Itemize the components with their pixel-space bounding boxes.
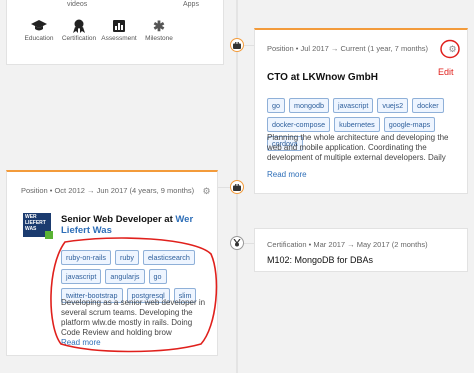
skill-tag[interactable]: go bbox=[267, 98, 285, 113]
position-title: CTO at LKWnow GmbH bbox=[267, 72, 378, 83]
position-meta: Position • Jul 2017 → Current (1 year, 7… bbox=[267, 44, 429, 53]
briefcase-icon bbox=[233, 183, 241, 191]
nav-assessment[interactable]: Assessment bbox=[99, 17, 139, 42]
position-meta: Position • Oct 2012 → Jun 2017 (4 years,… bbox=[21, 186, 195, 195]
apps-label: Apps bbox=[183, 1, 199, 8]
nav-milestone-label: Milestone bbox=[145, 35, 173, 42]
position-role: Senior Web Developer at bbox=[61, 214, 176, 225]
nav-milestone[interactable]: ✱ Milestone bbox=[139, 17, 179, 43]
profile-nav-card: videos Apps Education Certification Asse… bbox=[6, 0, 224, 65]
milestone-icon: ✱ bbox=[153, 17, 165, 34]
position-card-senior-dev: Position • Oct 2012 → Jun 2017 (4 years,… bbox=[6, 170, 218, 356]
position-title: Senior Web Developer at Wer Liefert Was bbox=[61, 214, 211, 236]
edit-annotation-circle bbox=[440, 39, 460, 59]
read-more-link[interactable]: Read more bbox=[267, 170, 307, 179]
nav-certification[interactable]: Certification bbox=[59, 17, 99, 42]
nav-education[interactable]: Education bbox=[19, 17, 59, 42]
timeline-node-certification bbox=[230, 236, 244, 250]
gear-icon[interactable]: ⚙ bbox=[202, 187, 211, 196]
company-logo: WER LIEFERT WAS bbox=[23, 213, 53, 239]
edit-annotation: Edit bbox=[438, 67, 454, 77]
videos-label: videos bbox=[67, 1, 88, 8]
nav-assessment-label: Assessment bbox=[101, 35, 137, 42]
skill-tag[interactable]: vuejs2 bbox=[377, 98, 409, 113]
timeline-node-position bbox=[230, 38, 244, 52]
connector-right-1 bbox=[244, 45, 254, 46]
skill-tag[interactable]: docker bbox=[412, 98, 444, 113]
connector-right-2 bbox=[244, 243, 254, 244]
nav-certification-label: Certification bbox=[61, 35, 97, 42]
skill-tag[interactable]: google-maps bbox=[383, 117, 436, 132]
skill-tag[interactable]: mongodb bbox=[289, 98, 329, 113]
skill-tag[interactable]: javascript bbox=[332, 98, 374, 113]
certification-card: Certification • Mar 2017 → May 2017 (2 m… bbox=[254, 228, 468, 272]
nav-education-label: Education bbox=[24, 35, 54, 42]
position-card-cto: Position • Jul 2017 → Current (1 year, 7… bbox=[254, 28, 468, 194]
red-annotation-circle bbox=[50, 237, 218, 353]
briefcase-icon bbox=[233, 41, 241, 49]
skill-tag[interactable]: kubernetes bbox=[334, 117, 380, 132]
skill-tag[interactable]: docker-compose bbox=[267, 117, 331, 132]
bar-chart-icon bbox=[99, 17, 139, 35]
profile-nav-row: Education Certification Assessment ✱ Mil… bbox=[19, 17, 179, 43]
certificate-icon bbox=[233, 239, 241, 247]
timeline-node-position-2 bbox=[230, 180, 244, 194]
position-description: Planning the whole architecture and deve… bbox=[267, 133, 449, 162]
badge-icon bbox=[59, 17, 99, 35]
certification-meta: Certification • Mar 2017 → May 2017 (2 m… bbox=[267, 240, 428, 249]
graduation-cap-icon bbox=[19, 17, 59, 35]
certification-title: M102: MongoDB for DBAs bbox=[267, 255, 374, 265]
connector-left-1 bbox=[218, 187, 230, 188]
